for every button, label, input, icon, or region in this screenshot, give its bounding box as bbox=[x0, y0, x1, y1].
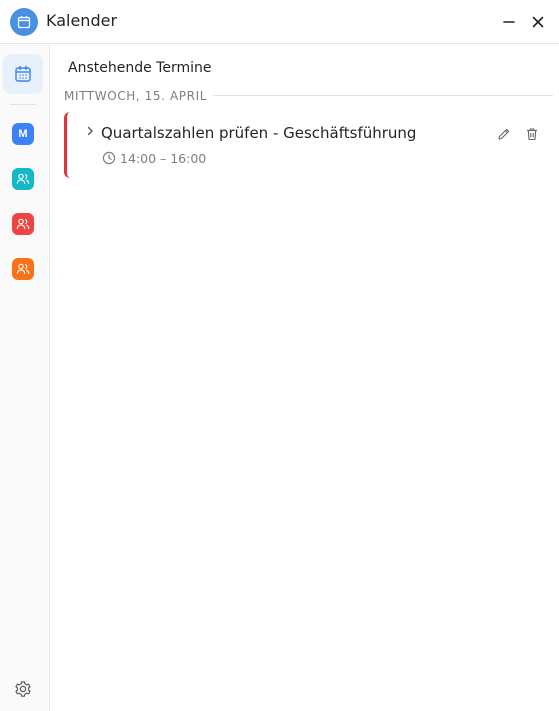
window-title: Kalender bbox=[46, 11, 118, 30]
sidebar: M bbox=[0, 45, 50, 711]
event-time: 14:00 – 16:00 bbox=[120, 151, 207, 166]
sidebar-divider bbox=[10, 104, 36, 105]
sidebar-item-calendar-group-teal[interactable] bbox=[12, 168, 34, 190]
gear-icon bbox=[15, 681, 31, 697]
users-icon bbox=[16, 263, 30, 275]
calendar-icon bbox=[15, 65, 31, 82]
delete-event-button[interactable] bbox=[523, 125, 541, 143]
users-icon bbox=[16, 173, 30, 185]
sidebar-item-calendar[interactable] bbox=[3, 54, 43, 94]
minimize-icon bbox=[503, 21, 515, 23]
trash-icon bbox=[527, 128, 537, 141]
event-card[interactable]: Quartalszahlen prüfen - Geschäftsführung… bbox=[64, 112, 549, 178]
main-panel: Anstehende Termine MITTWOCH, 15. APRIL Q… bbox=[51, 45, 559, 711]
chevron-right-icon bbox=[87, 126, 93, 136]
minimize-button[interactable] bbox=[497, 10, 521, 34]
close-button[interactable] bbox=[526, 10, 550, 34]
title-bar: Kalender bbox=[0, 0, 559, 44]
sidebar-item-calendar-group-orange[interactable] bbox=[12, 258, 34, 280]
calendar-icon bbox=[10, 8, 38, 36]
edit-event-button[interactable] bbox=[495, 125, 513, 143]
close-icon bbox=[532, 16, 544, 28]
pencil-icon bbox=[498, 128, 510, 140]
clock-icon bbox=[102, 151, 116, 165]
date-header: MITTWOCH, 15. APRIL bbox=[64, 89, 207, 103]
expand-button[interactable] bbox=[83, 124, 97, 138]
event-title: Quartalszahlen prüfen - Geschäftsführung bbox=[101, 124, 417, 142]
settings-button[interactable] bbox=[13, 679, 33, 699]
users-icon bbox=[16, 218, 30, 230]
calendar-m-label: M bbox=[18, 128, 28, 140]
sidebar-item-calendar-m[interactable]: M bbox=[12, 123, 34, 145]
sidebar-item-calendar-group-red[interactable] bbox=[12, 213, 34, 235]
date-divider bbox=[213, 95, 553, 96]
section-title: Anstehende Termine bbox=[68, 60, 212, 76]
